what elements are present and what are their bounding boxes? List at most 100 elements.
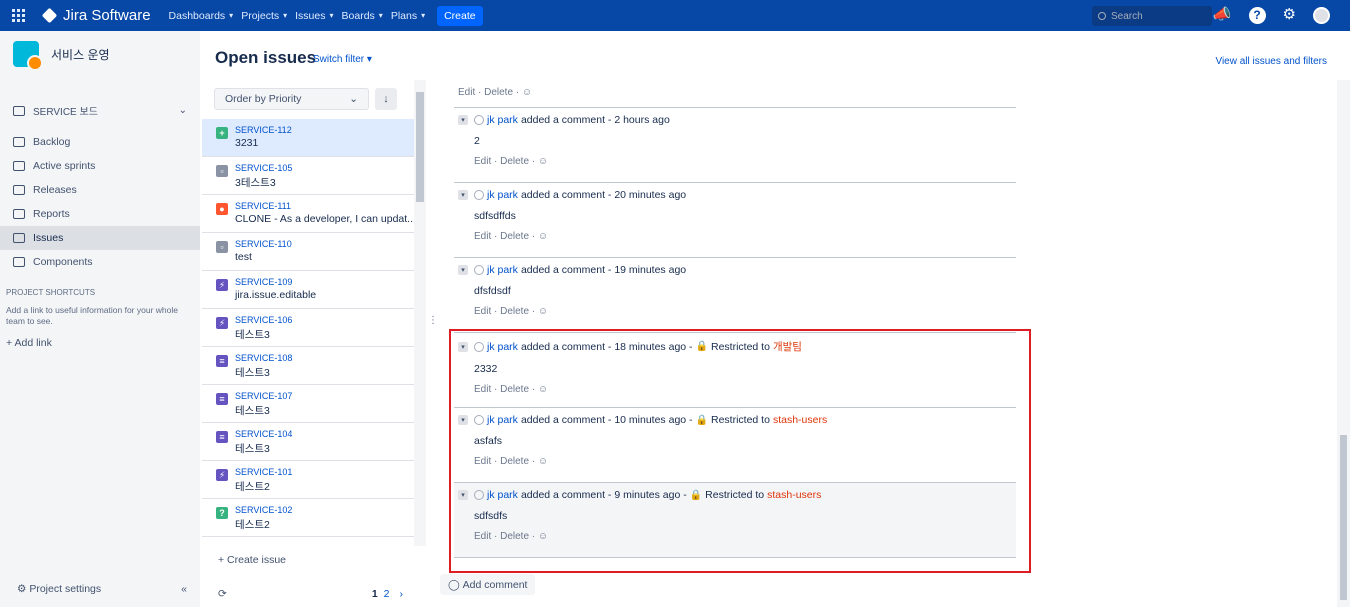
issue-key[interactable]: SERVICE-110 — [235, 239, 292, 249]
issue-key[interactable]: SERVICE-108 — [235, 353, 292, 363]
issue-row[interactable]: ⚡ SERVICE-109 jira.issue.editable — [202, 271, 414, 309]
sidebar-item-components[interactable]: Components — [0, 250, 200, 274]
issue-list-scrollbar[interactable] — [414, 80, 426, 546]
comment-body: dfsfdsdf — [474, 285, 511, 297]
sidebar-item-reports[interactable]: Reports — [0, 202, 200, 226]
jira-diamond-icon — [41, 7, 58, 24]
board-selector[interactable]: SERVICE 보드 ⌄ — [0, 103, 200, 118]
issue-row[interactable]: ? SERVICE-102 테스트2 — [202, 499, 414, 537]
comment-body: sdfsdffds — [474, 210, 516, 222]
edit-delete-links[interactable]: Edit · Delete · — [474, 306, 535, 317]
create-button[interactable]: Create — [437, 5, 483, 26]
top-navigation-bar: Jira Software Dashboards ▾ Projects ▾ Issu… — [0, 0, 1350, 31]
collapse-comment-icon[interactable]: ▾ — [458, 265, 468, 275]
project-header[interactable]: 서비스 운영 — [0, 31, 200, 77]
nav-dashboards[interactable]: Dashboards ▾ — [169, 10, 234, 22]
add-link-button[interactable]: + Add link — [6, 337, 200, 349]
create-issue-button[interactable]: + Create issue — [218, 554, 286, 566]
board-label: SERVICE 보드 — [33, 107, 98, 118]
issue-key[interactable]: SERVICE-102 — [235, 505, 292, 515]
nav-projects[interactable]: Projects ▾ — [241, 10, 287, 22]
add-comment-label: Add comment — [462, 578, 528, 591]
emoji-icon[interactable]: ☺ — [538, 306, 548, 317]
issue-key[interactable]: SERVICE-107 — [235, 391, 292, 401]
emoji-icon[interactable]: ☺ — [538, 156, 548, 167]
edit-delete-links[interactable]: Edit · Delete · — [458, 87, 519, 98]
user-avatar-icon — [474, 265, 484, 275]
project-settings[interactable]: ⚙ Project settings « — [17, 583, 187, 595]
pagination: ⟳ 1 2 › — [218, 588, 413, 600]
collapse-comment-icon[interactable]: ▾ — [458, 115, 468, 125]
gear-icon[interactable]: ⚙ — [1283, 6, 1296, 24]
highlight-annotation-box — [449, 329, 1031, 573]
jira-logo[interactable]: Jira Software — [41, 7, 151, 24]
nav-label: Plans — [390, 9, 418, 22]
scrollbar-thumb[interactable] — [416, 92, 424, 202]
comment-author[interactable]: jk park — [487, 189, 518, 201]
refresh-icon[interactable]: ⟳ — [218, 588, 227, 600]
ship-icon — [13, 185, 25, 195]
nav-plans[interactable]: Plans ▾ — [391, 10, 425, 22]
comment-author[interactable]: jk park — [487, 264, 518, 276]
edit-delete-links[interactable]: Edit · Delete · — [474, 156, 535, 167]
issue-list: + SERVICE-112 3231 ▫ SERVICE-105 3테스트3 ● SERVIC… — [202, 119, 414, 537]
add-comment-button[interactable]: ◯ Add comment — [440, 574, 536, 595]
user-avatar-icon — [474, 190, 484, 200]
issue-key[interactable]: SERVICE-104 — [235, 429, 292, 439]
search-input[interactable]: Search — [1092, 6, 1212, 26]
issue-summary: 3231 — [235, 137, 259, 149]
comment-header: ▾ jk park added a comment - 20 minutes ago — [458, 189, 1016, 201]
collapse-sidebar-icon[interactable]: « — [181, 583, 187, 595]
nav-boards[interactable]: Boards ▾ — [342, 10, 383, 22]
next-page-icon[interactable]: › — [400, 588, 404, 600]
user-avatar-icon — [474, 115, 484, 125]
issue-summary: test — [235, 251, 252, 263]
issue-list-pane: Order by Priority ⌄ ↓ + SERVICE-112 3231 ▫ SE… — [202, 80, 426, 607]
issue-key[interactable]: SERVICE-111 — [235, 201, 414, 211]
chevron-down-icon: ▾ — [229, 11, 234, 20]
sidebar-item-issues[interactable]: Issues — [0, 226, 200, 250]
issue-row[interactable]: ● SERVICE-111 CLONE - As a developer, I ca… — [202, 195, 414, 233]
avatar[interactable] — [1313, 6, 1330, 24]
issue-key[interactable]: SERVICE-109 — [235, 277, 316, 287]
comment-meta: added a comment - 2 hours ago — [520, 114, 670, 126]
sidebar-item-active-sprints[interactable]: Active sprints — [0, 154, 200, 178]
sidebar-item-releases[interactable]: Releases — [0, 178, 200, 202]
help-icon[interactable]: ? — [1248, 6, 1266, 24]
issue-key[interactable]: SERVICE-105 — [235, 163, 292, 173]
page-1[interactable]: 1 — [372, 588, 378, 600]
order-by-select[interactable]: Order by Priority ⌄ — [214, 88, 369, 110]
issue-row[interactable]: ≡ SERVICE-108 테스트3 — [202, 347, 414, 385]
issue-row[interactable]: ▫ SERVICE-110 test — [202, 233, 414, 271]
order-controls: Order by Priority ⌄ ↓ — [214, 88, 397, 110]
emoji-icon[interactable]: ☺ — [538, 231, 548, 242]
issue-row[interactable]: ⚡ SERVICE-101 테스트2 — [202, 461, 414, 499]
collapse-comment-icon[interactable]: ▾ — [458, 190, 468, 200]
main-scrollbar[interactable] — [1337, 80, 1350, 607]
issue-row[interactable]: ≡ SERVICE-104 테스트3 — [202, 423, 414, 461]
view-all-issues-link[interactable]: View all issues and filters — [1215, 56, 1327, 67]
page-2[interactable]: 2 — [384, 588, 390, 600]
shortcuts-heading: PROJECT SHORTCUTS — [6, 288, 96, 297]
issue-key[interactable]: SERVICE-112 — [235, 125, 292, 135]
scrollbar-thumb[interactable] — [1340, 435, 1347, 600]
pane-resize-handle[interactable]: ⋮ — [428, 315, 438, 326]
switch-filter-button[interactable]: Switch filter ▾ — [313, 54, 372, 65]
issue-key[interactable]: SERVICE-106 — [235, 315, 292, 325]
issue-row[interactable]: + SERVICE-112 3231 — [202, 119, 414, 157]
top-right-icons: 📣 ? ⚙ — [1213, 6, 1330, 24]
nav-issues[interactable]: Issues ▾ — [295, 10, 333, 22]
chevron-down-icon: ▾ — [378, 11, 383, 20]
issue-row[interactable]: ⚡ SERVICE-106 테스트3 — [202, 309, 414, 347]
sidebar-item-backlog[interactable]: Backlog — [0, 130, 200, 154]
issue-row[interactable]: ≡ SERVICE-107 테스트3 — [202, 385, 414, 423]
issue-row[interactable]: ▫ SERVICE-105 3테스트3 — [202, 157, 414, 195]
emoji-icon[interactable]: ☺ — [522, 87, 532, 98]
app-switcher-icon[interactable] — [10, 8, 26, 24]
megaphone-icon[interactable]: 📣 — [1213, 6, 1232, 24]
issue-type-story-icon: ≡ — [216, 355, 228, 367]
sort-direction-button[interactable]: ↓ — [375, 88, 397, 110]
issue-key[interactable]: SERVICE-101 — [235, 467, 292, 477]
edit-delete-links[interactable]: Edit · Delete · — [474, 231, 535, 242]
comment-author[interactable]: jk park — [487, 114, 518, 126]
